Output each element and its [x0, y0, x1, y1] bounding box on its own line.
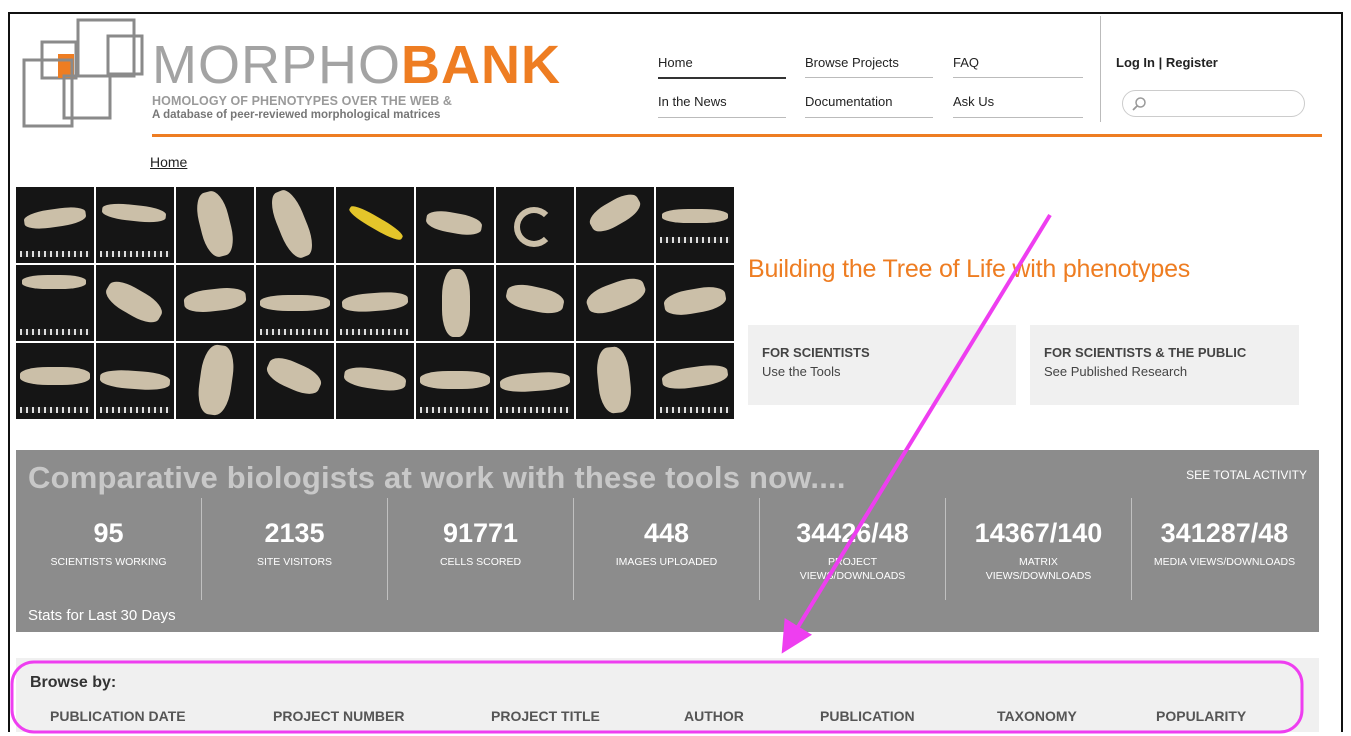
stat-label: PROJECT VIEWS/DOWNLOADS	[799, 556, 906, 582]
stat-label: MATRIX VIEWS/DOWNLOADS	[985, 556, 1092, 582]
search-icon	[1132, 97, 1146, 111]
nav-divider	[953, 117, 1083, 118]
gallery-image[interactable]	[416, 187, 494, 263]
gallery-image[interactable]	[256, 187, 334, 263]
stat-label: SITE VISITORS	[256, 556, 333, 568]
gallery-image[interactable]	[416, 343, 494, 419]
gallery-image[interactable]	[656, 187, 734, 263]
nav-in-the-news[interactable]: In the News	[658, 94, 727, 109]
nav-home-underline	[658, 77, 786, 79]
activity-stats-panel: Comparative biologists at work with thes…	[16, 450, 1319, 632]
card-title: FOR SCIENTISTS & THE PUBLIC	[1044, 345, 1247, 360]
morphobank-logo-icon[interactable]	[20, 16, 146, 132]
stat-value: 34426/48	[796, 518, 909, 548]
stat-label: MEDIA VIEWS/DOWNLOADS	[1153, 556, 1296, 568]
gallery-image[interactable]	[16, 265, 94, 341]
stat-matrix-views: 14367/140 MATRIX VIEWS/DOWNLOADS	[946, 498, 1131, 598]
stat-cells-scored: 91771 CELLS SCORED	[388, 498, 573, 598]
browse-title: Browse by:	[30, 674, 117, 691]
gallery-image[interactable]	[176, 265, 254, 341]
header-divider	[1100, 16, 1101, 122]
gallery-image[interactable]	[336, 265, 414, 341]
stat-media-views: 341287/48 MEDIA VIEWS/DOWNLOADS	[1132, 498, 1317, 598]
see-total-activity-link[interactable]: SEE TOTAL ACTIVITY	[1186, 468, 1307, 482]
card-for-public[interactable]: FOR SCIENTISTS & THE PUBLIC See Publishe…	[1030, 325, 1299, 405]
brand: MORPHOBANK HOMOLOGY OF PHENOTYPES OVER T…	[152, 38, 561, 121]
specimen-gallery	[16, 187, 734, 421]
gallery-image[interactable]	[96, 343, 174, 419]
gallery-image[interactable]	[16, 343, 94, 419]
main-nav: Home Browse Projects FAQ In the News Doc…	[658, 48, 1083, 122]
brand-subtagline: A database of peer-reviewed morphologica…	[152, 109, 441, 121]
gallery-image[interactable]	[656, 265, 734, 341]
gallery-image[interactable]	[256, 265, 334, 341]
nav-browse-projects[interactable]: Browse Projects	[805, 55, 899, 70]
gallery-image[interactable]	[496, 187, 574, 263]
card-title: FOR SCIENTISTS	[762, 345, 870, 360]
nav-documentation[interactable]: Documentation	[805, 94, 892, 109]
gallery-image[interactable]	[576, 187, 654, 263]
login-register-link[interactable]: Log In | Register	[1116, 55, 1218, 70]
gallery-image[interactable]	[656, 343, 734, 419]
browse-popularity[interactable]: POPULARITY	[1156, 708, 1246, 724]
breadcrumb-home[interactable]: Home	[150, 154, 187, 170]
search-box[interactable]	[1122, 90, 1305, 117]
gallery-image[interactable]	[336, 187, 414, 263]
brand-name-part1: MORPHO	[152, 35, 401, 95]
browse-publication-date[interactable]: PUBLICATION DATE	[50, 708, 186, 724]
nav-home[interactable]: Home	[658, 55, 693, 70]
stat-project-views: 34426/48 PROJECT VIEWS/DOWNLOADS	[760, 498, 945, 598]
gallery-image[interactable]	[416, 265, 494, 341]
nav-divider	[805, 117, 933, 118]
browse-taxonomy[interactable]: TAXONOMY	[997, 708, 1077, 724]
gallery-image[interactable]	[576, 343, 654, 419]
stat-value: 91771	[442, 518, 519, 548]
brand-name-part2: BANK	[401, 35, 561, 95]
stat-label: CELLS SCORED	[439, 556, 522, 568]
browse-author[interactable]: AUTHOR	[684, 708, 744, 724]
nav-faq[interactable]: FAQ	[953, 55, 979, 70]
nav-ask-us[interactable]: Ask Us	[953, 94, 994, 109]
stats-period-note: Stats for Last 30 Days	[28, 607, 176, 624]
search-input[interactable]	[1153, 95, 1293, 113]
gallery-image[interactable]	[96, 265, 174, 341]
browse-publication[interactable]: PUBLICATION	[820, 708, 915, 724]
stat-value: 95	[93, 518, 124, 548]
gallery-image[interactable]	[496, 265, 574, 341]
stat-value: 2135	[264, 518, 325, 548]
stat-label: SCIENTISTS WORKING	[50, 556, 167, 568]
browse-by-bar: Browse by: PUBLICATION DATE PROJECT NUMB…	[16, 658, 1319, 732]
nav-divider	[953, 77, 1083, 78]
stat-scientists-working: 95 SCIENTISTS WORKING	[16, 498, 201, 598]
gallery-image[interactable]	[576, 265, 654, 341]
gallery-image[interactable]	[16, 187, 94, 263]
stat-value: 341287/48	[1160, 518, 1289, 548]
gallery-image[interactable]	[176, 343, 254, 419]
stats-heading: Comparative biologists at work with thes…	[28, 460, 846, 495]
stat-images-uploaded: 448 IMAGES UPLOADED	[574, 498, 759, 598]
card-subtitle: See Published Research	[1044, 364, 1188, 379]
stat-value: 448	[643, 518, 690, 548]
card-subtitle: Use the Tools	[762, 364, 841, 379]
brand-tagline: HOMOLOGY OF PHENOTYPES OVER THE WEB &	[152, 94, 453, 108]
browse-project-number[interactable]: PROJECT NUMBER	[273, 708, 404, 724]
nav-divider	[658, 117, 786, 118]
stat-site-visitors: 2135 SITE VISITORS	[202, 498, 387, 598]
gallery-image[interactable]	[256, 343, 334, 419]
hero-tagline: Building the Tree of Life with phenotype…	[748, 255, 1191, 283]
gallery-image[interactable]	[176, 187, 254, 263]
nav-divider	[805, 77, 933, 78]
stat-label: IMAGES UPLOADED	[615, 556, 718, 568]
gallery-image[interactable]	[496, 343, 574, 419]
browse-project-title[interactable]: PROJECT TITLE	[491, 708, 600, 724]
header-rule	[152, 134, 1322, 137]
gallery-image[interactable]	[96, 187, 174, 263]
card-for-scientists[interactable]: FOR SCIENTISTS Use the Tools	[748, 325, 1016, 405]
brand-name[interactable]: MORPHOBANK	[152, 38, 561, 92]
stat-value: 14367/140	[974, 518, 1103, 548]
gallery-image[interactable]	[336, 343, 414, 419]
